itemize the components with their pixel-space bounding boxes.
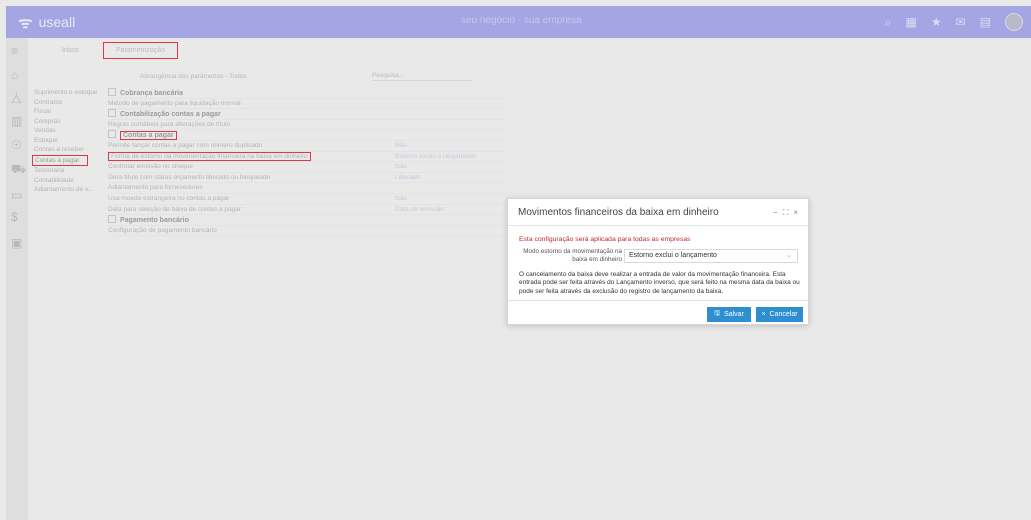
company-name: seu negócio · sua empresa (461, 15, 582, 26)
chart-icon[interactable]: ⧊ (11, 92, 22, 107)
save-button[interactable]: 🖫 Salvar (707, 307, 751, 322)
param-row[interactable]: Permite lançar contas a pagar com número… (108, 141, 508, 152)
close-icon[interactable]: × (793, 208, 798, 218)
people-icon[interactable]: ☉ (11, 138, 22, 152)
modal-controls: − ⛶ × (773, 208, 798, 218)
menu-item-contas-a-pagar[interactable]: Contas a pagar (32, 154, 88, 166)
minimize-icon[interactable]: − (773, 208, 778, 218)
modal-title: Movimentos financeiros da baixa em dinhe… (518, 206, 719, 218)
param-row-forma-estorno[interactable]: Forma de estorno da movimentação finance… (108, 151, 508, 163)
home-icon[interactable]: ⌂ (11, 68, 18, 82)
menu-item[interactable]: Compras (34, 117, 104, 127)
menu-item[interactable]: Contabilidade (34, 176, 104, 186)
modal-footer: 🖫 Salvar × Cancelar (508, 300, 808, 324)
menu-item[interactable]: Suprimento e estoque (34, 88, 104, 98)
menu-item[interactable]: Fiscal (34, 107, 104, 117)
calculator-icon[interactable]: ▣ (11, 236, 22, 250)
param-row[interactable]: Adiantamento para fornecedores (108, 183, 508, 194)
cancel-button[interactable]: × Cancelar (756, 307, 803, 322)
param-section-contas-a-pagar[interactable]: Contas a pagar (108, 130, 508, 141)
save-icon: 🖫 (714, 310, 721, 317)
app-logo[interactable]: ᯤ useall (18, 11, 75, 33)
param-row[interactable]: Configuração de pagamento bancário (108, 226, 508, 237)
card-icon[interactable]: ▭ (11, 188, 22, 202)
param-row[interactable]: Controlar emissão no cheque Não (108, 162, 508, 173)
maximize-icon[interactable]: ⛶ (783, 208, 789, 218)
building-icon[interactable]: ▥ (11, 114, 22, 128)
param-row[interactable]: Data para seleção de baixa de contas a p… (108, 205, 508, 216)
search-icon[interactable]: ⌕ (885, 15, 892, 30)
logo-text: useall (38, 14, 76, 30)
menu-item[interactable]: Contratos (34, 98, 104, 108)
menu-item[interactable]: Tesouraria (34, 166, 104, 176)
menu-item[interactable]: Contas a receber (34, 145, 104, 155)
param-row[interactable]: Gera título com status orçamento liberad… (108, 173, 508, 184)
param-row[interactable]: Método de pagamento para liquidação norm… (108, 99, 508, 110)
cart-icon[interactable]: ⛟ (11, 162, 26, 178)
config-modal: Movimentos financeiros da baixa em dinhe… (507, 198, 809, 325)
search-input[interactable]: Pesquisa... (372, 72, 472, 81)
param-section[interactable]: Cobrança bancária (108, 88, 508, 99)
save-label: Salvar (724, 311, 744, 318)
param-section[interactable]: Pagamento bancário (108, 215, 508, 226)
close-icon: × (761, 311, 766, 318)
top-icons: ⌕ ▦ ★ ✉ ▤ (885, 13, 1023, 31)
tab-inicio[interactable]: Início (62, 47, 79, 54)
module-menu: Suprimento e estoque Contratos Fiscal Co… (32, 88, 104, 195)
mail-icon[interactable]: ✉ (956, 15, 966, 29)
select-value: Estorno exclui o lançamento (629, 252, 717, 259)
grid-icon[interactable]: ▦ (905, 15, 916, 29)
cancel-label: Cancelar (769, 311, 798, 318)
icon-rail: ≡ ⌂ ⧊ ▥ ☉ ⛟ ▭ $ ▣ (6, 38, 28, 520)
field-label: Modo estorno da movimentação na baixa em… (523, 248, 622, 263)
hamburger-icon[interactable]: ≡ (11, 44, 18, 58)
warning-text: Esta configuração será aplicada para tod… (519, 236, 691, 243)
star-icon[interactable]: ★ (931, 15, 942, 29)
logo-icon: ᯤ (18, 15, 33, 32)
modal-header: Movimentos financeiros da baixa em dinhe… (508, 199, 808, 226)
description-text: O cancelamento da baixa deve realizar a … (519, 271, 800, 295)
param-section[interactable]: Contabilização contas a pagar (108, 109, 508, 120)
menu-item[interactable]: Adiantamento de v... (34, 185, 104, 195)
menu-item[interactable]: Vendas (34, 126, 104, 136)
param-row[interactable]: Usa moeda estrangeira no contas a pagar N… (108, 194, 508, 205)
estorno-mode-select[interactable]: Estorno exclui o lançamento ⌄ (624, 249, 798, 263)
param-row[interactable]: Regras contábeis para alterações de títu… (108, 120, 508, 131)
menu-item[interactable]: Estoque (34, 136, 104, 146)
avatar[interactable] (1005, 13, 1023, 31)
tab-parametrizacao[interactable]: Parametrização (103, 42, 178, 59)
top-bar: ᯤ useall seu negócio · sua empresa ⌕ ▦ ★… (6, 6, 1031, 38)
parameters-list: Cobrança bancária Método de pagamento pa… (108, 88, 508, 237)
dollar-icon[interactable]: $ (11, 210, 18, 224)
chat-icon[interactable]: ▤ (980, 15, 991, 29)
scope-filter[interactable]: Abrangência dos parâmetros - Todos (140, 73, 246, 80)
chevron-down-icon: ⌄ (786, 252, 792, 259)
